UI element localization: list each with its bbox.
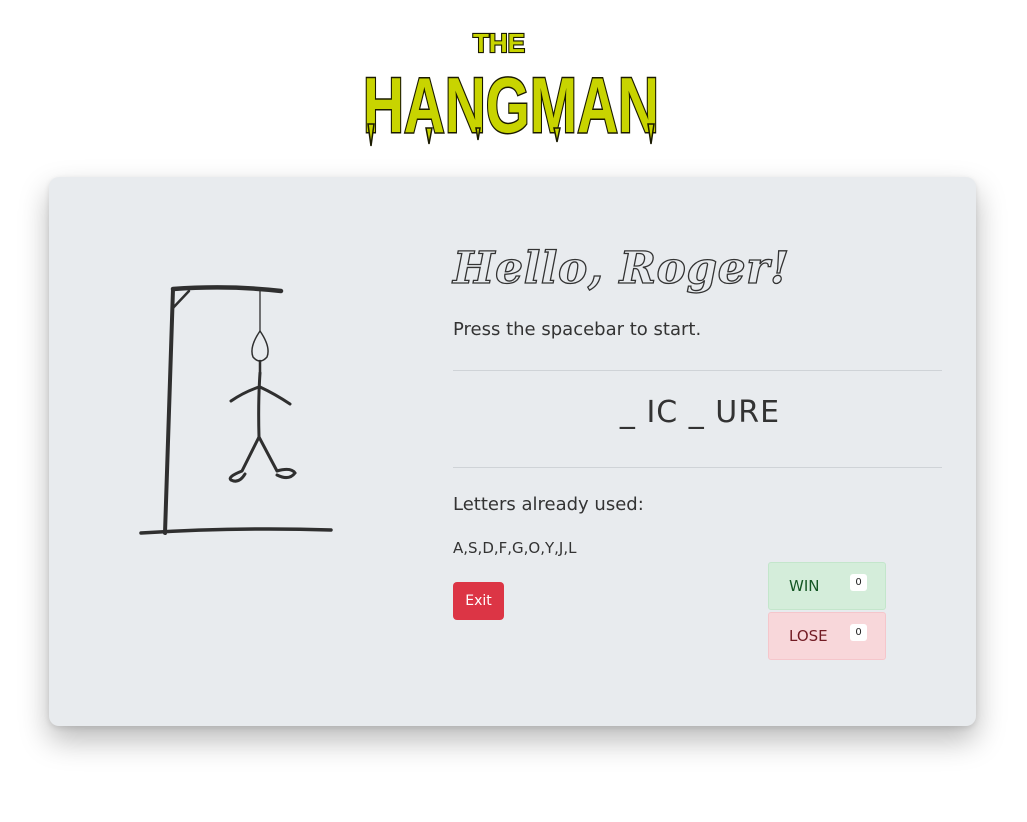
game-card: Hello, Roger! Press the spacebar to star… [49, 177, 976, 726]
logo-small-text: THE [473, 28, 525, 58]
hangman-page: THE HANGMAN Hello, Roger! Press the spac… [0, 0, 1027, 822]
used-letters-list: A,S,D,F,G,O,Y,J,L [453, 539, 577, 557]
hangman-right-arm [258, 385, 292, 406]
hangman-left-arm [229, 385, 261, 403]
greeting-heading: Hello, Roger! [452, 242, 790, 294]
hangman-logo-art: THE HANGMAN [362, 27, 661, 151]
hangman-torso [257, 371, 262, 439]
lose-count-badge: 0 [850, 624, 867, 641]
logo-big-text: HANGMAN [363, 61, 659, 149]
divider-top [453, 370, 942, 371]
gallows-pole [163, 287, 175, 535]
lose-score-box: LOSE 0 [768, 612, 886, 660]
win-score-box: WIN 0 [768, 562, 886, 610]
divider-bottom [453, 467, 942, 468]
used-letters-label: Letters already used: [453, 494, 644, 515]
hangman-drawing-svg [139, 285, 333, 535]
lose-label: LOSE [789, 627, 828, 645]
hangman-right-leg [257, 435, 297, 480]
noose [251, 330, 269, 362]
hangman-logo: THE HANGMAN [358, 24, 664, 154]
game-panel: Hello, Roger! Press the spacebar to star… [452, 177, 943, 726]
hangman-drawing [139, 277, 349, 547]
win-count-badge: 0 [850, 574, 867, 591]
exit-button[interactable]: Exit [453, 582, 504, 620]
gallows-base [139, 527, 333, 535]
word-display: _ IC _ URE [619, 395, 781, 430]
hangman-left-leg [228, 435, 261, 483]
win-label: WIN [789, 577, 820, 595]
start-instruction: Press the spacebar to start. [453, 319, 702, 340]
